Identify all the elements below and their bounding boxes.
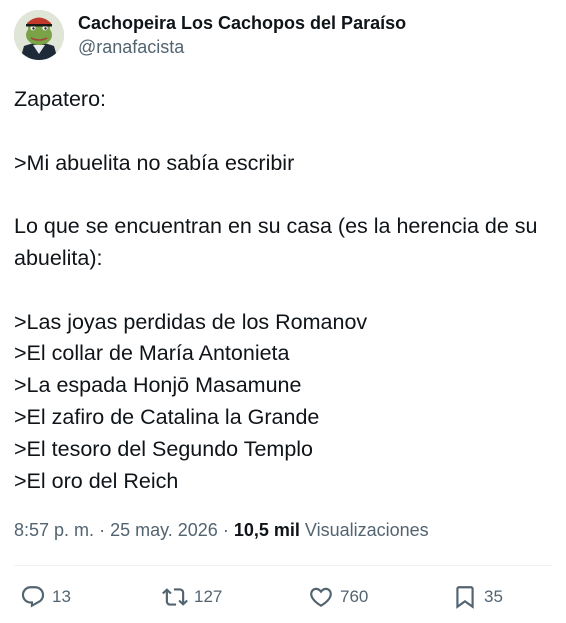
bookmark-button[interactable]: 35 [452,580,503,614]
repost-button[interactable]: 127 [162,580,222,614]
heart-icon [308,584,334,610]
tweet-card: Cachopeira Los Cachopos del Paraíso @ran… [0,0,566,623]
author-display-name[interactable]: Cachopeira Los Cachopos del Paraíso [78,11,406,35]
tweet-line: >Las joyas perdidas de los Romanov [14,309,368,334]
meta-separator: · [99,520,106,540]
tweet-line: Zapatero: [14,87,107,111]
divider [14,565,552,566]
repost-icon [162,584,188,610]
tweet-time[interactable]: 8:57 p. m. [14,520,94,540]
action-bar: 13 127 760 35 [0,580,566,614]
bookmark-icon [452,584,478,610]
repost-count: 127 [194,587,223,606]
tweet-meta: 8:57 p. m. · 25 may. 2026 · 10,5 mil Vis… [14,517,429,543]
reply-icon [20,584,46,610]
tweet-line: >El tesoro del Segundo Templo [14,436,314,461]
like-count: 760 [340,587,369,606]
like-button[interactable]: 760 [308,580,368,614]
tweet-line: >El collar de María Antonieta [14,341,290,366]
reply-count: 13 [52,587,71,606]
tweet-text: Zapatero: >Mi abuelita no sabía escribir… [14,84,559,497]
tweet-date[interactable]: 25 may. 2026 [110,520,218,540]
views-count: 10,5 mil [233,520,300,540]
tweet-line: >El oro del Reich [14,468,179,493]
avatar[interactable] [14,10,64,60]
tweet-line: >El zafiro de Catalina la Grande [14,404,320,429]
tweet-line: >Mi abuelita no sabía escribir [14,150,295,175]
meta-separator: · [222,520,229,540]
tweet-header: Cachopeira Los Cachopos del Paraíso @ran… [14,10,406,60]
author-names: Cachopeira Los Cachopos del Paraíso @ran… [78,11,406,59]
frog-avatar-icon [14,10,64,60]
reply-button[interactable]: 13 [20,580,71,614]
author-handle[interactable]: @ranafacista [78,35,406,59]
bookmark-count: 35 [484,587,503,606]
tweet-line: >La espada Honjō Masamune [14,373,302,398]
tweet-line: Lo que se encuentran en su casa (es la h… [14,214,538,270]
views-label: Visualizaciones [304,520,429,540]
